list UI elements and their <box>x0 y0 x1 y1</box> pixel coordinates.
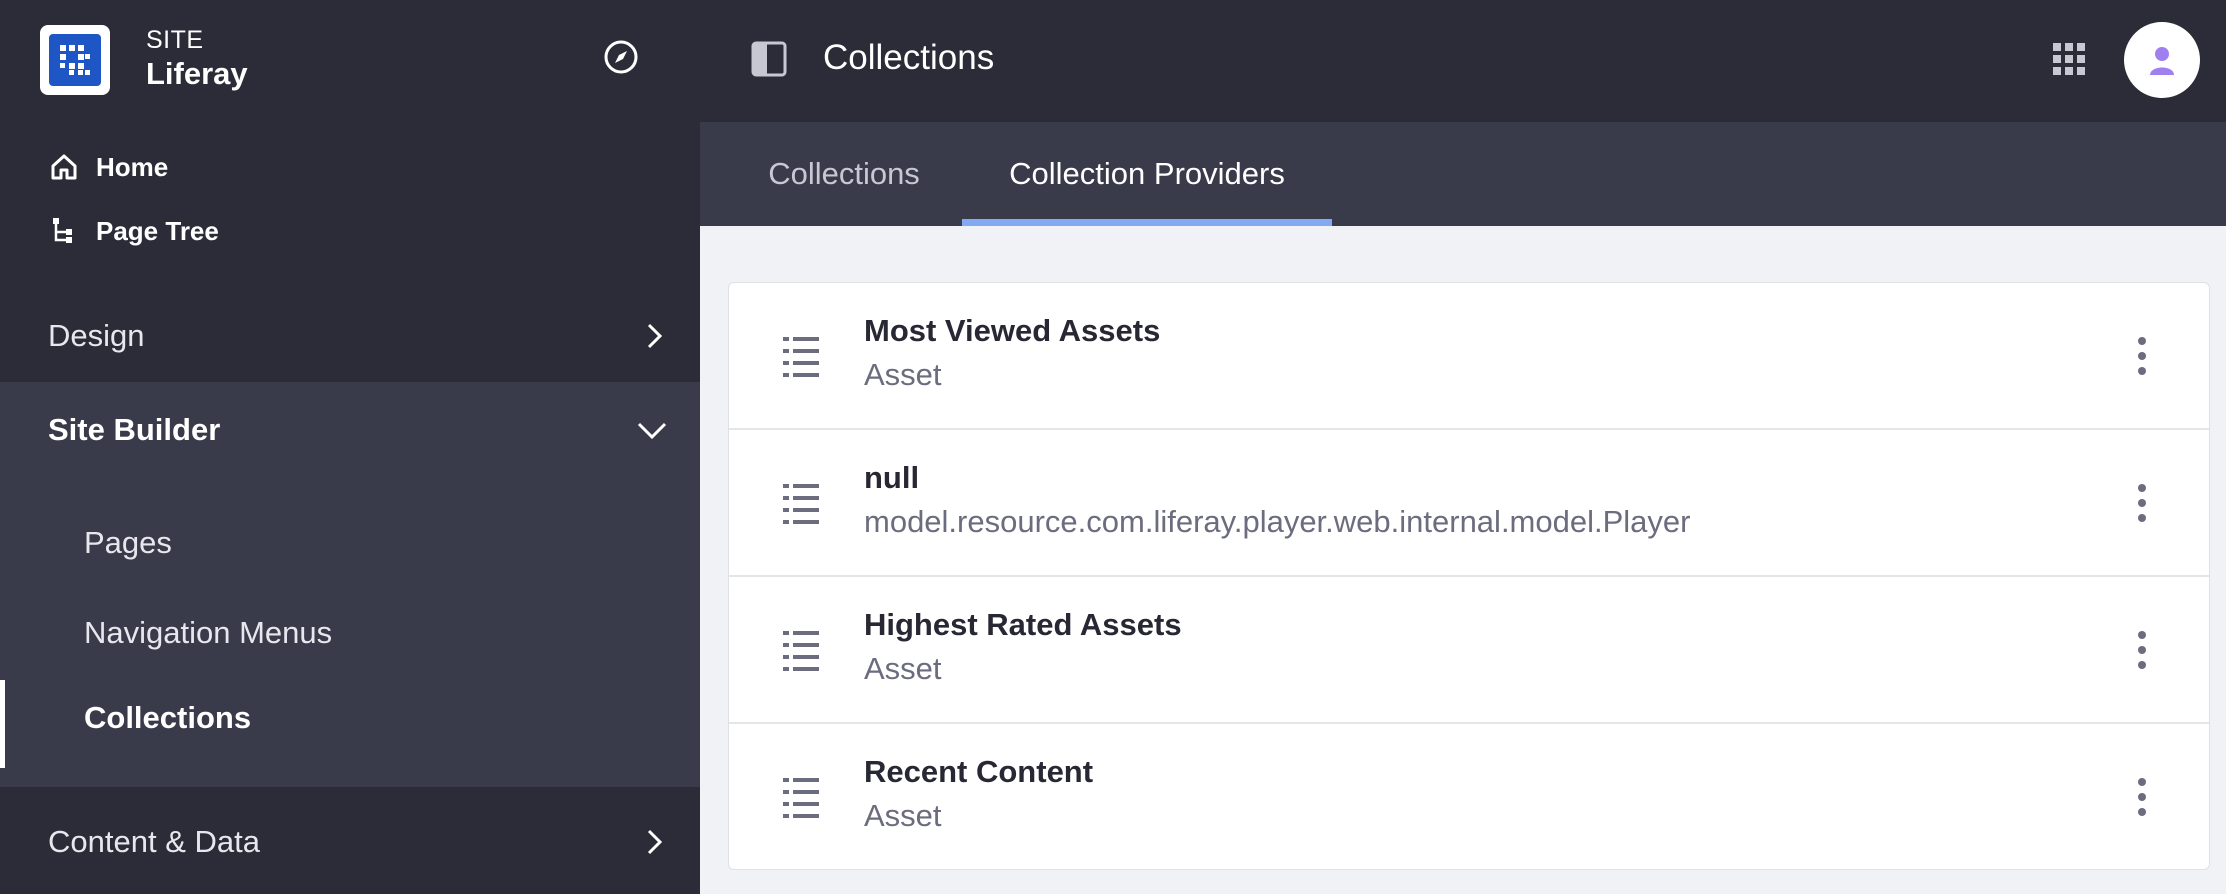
page-title: Collections <box>823 38 995 77</box>
kebab-menu-icon[interactable] <box>2135 482 2149 524</box>
site-name: Liferay <box>146 56 248 91</box>
chevron-down-icon <box>637 422 667 440</box>
sidebar-section-label: Site Builder <box>48 412 221 447</box>
sidebar-section-header[interactable]: Site Builder <box>0 382 700 482</box>
list-icon <box>783 630 819 671</box>
liferay-logo-icon[interactable] <box>40 25 110 95</box>
sidebar-section-design[interactable]: Design <box>0 290 700 382</box>
list-item-subtitle: Asset <box>864 798 942 833</box>
sidebar-item-page-tree[interactable]: Page Tree <box>48 211 219 251</box>
tab-bar: Collections Collection Providers <box>700 122 2226 226</box>
list-icon <box>783 483 819 524</box>
list-item-subtitle: model.resource.com.liferay.player.web.in… <box>864 504 1691 539</box>
list-item-title: Most Viewed Assets <box>864 313 1161 348</box>
sidebar-section-site-builder: Site Builder Pages Navigation Menus Coll… <box>0 382 700 787</box>
sidebar-item-label: Collections <box>84 700 252 735</box>
sidebar-item-pages[interactable]: Pages <box>0 505 700 585</box>
sidebar-item-label: Pages <box>84 525 172 560</box>
tab-label: Collection Providers <box>1009 156 1285 191</box>
list-item[interactable]: Highest Rated Assets Asset <box>729 575 2209 722</box>
list-item-title: null <box>864 460 920 495</box>
control-menu: Collections <box>700 0 2226 122</box>
kebab-menu-icon[interactable] <box>2135 335 2149 377</box>
site-header: SITE Liferay <box>0 0 700 120</box>
list-item-title: Highest Rated Assets <box>864 607 1182 642</box>
list-item-subtitle: Asset <box>864 651 942 686</box>
list-item[interactable]: null model.resource.com.liferay.player.w… <box>729 428 2209 575</box>
list-item[interactable]: Most Viewed Assets Asset <box>729 283 2209 428</box>
sidebar-item-label: Page Tree <box>96 215 219 246</box>
sidebar-item-collections[interactable]: Collections <box>0 680 700 768</box>
list-item-title: Recent Content <box>864 754 1094 789</box>
panel-toggle-icon[interactable] <box>750 40 788 78</box>
tab-label: Collections <box>768 156 920 191</box>
chevron-right-icon <box>647 323 663 349</box>
sidebar-item-navigation-menus[interactable]: Navigation Menus <box>0 595 700 675</box>
kebab-menu-icon[interactable] <box>2135 629 2149 671</box>
tab-collection-providers[interactable]: Collection Providers <box>962 122 1332 226</box>
compass-icon[interactable] <box>603 39 639 75</box>
list-icon <box>783 336 819 377</box>
user-avatar-icon[interactable] <box>2124 22 2200 98</box>
site-kicker: SITE <box>146 26 204 54</box>
sidebar-section-label: Design <box>48 318 145 353</box>
page-tree-icon <box>53 218 72 243</box>
sidebar-item-home[interactable]: Home <box>48 147 168 187</box>
list-icon <box>783 777 819 818</box>
list-item[interactable]: Recent Content Asset <box>729 722 2209 869</box>
home-icon <box>51 154 77 180</box>
sidebar-section-content-data[interactable]: Content & Data <box>0 790 700 894</box>
list-item-subtitle: Asset <box>864 357 942 392</box>
sidebar-section-label: Content & Data <box>48 824 260 859</box>
product-menu-sidebar: SITE Liferay Home Page Tree Design Site … <box>0 0 700 894</box>
chevron-right-icon <box>647 829 663 855</box>
sidebar-item-label: Navigation Menus <box>84 615 333 650</box>
kebab-menu-icon[interactable] <box>2135 776 2149 818</box>
tab-collections[interactable]: Collections <box>762 122 926 226</box>
sidebar-item-label: Home <box>96 151 169 182</box>
collection-providers-list: Most Viewed Assets Asset null model.reso… <box>728 282 2210 870</box>
apps-grid-icon[interactable] <box>2050 40 2088 78</box>
